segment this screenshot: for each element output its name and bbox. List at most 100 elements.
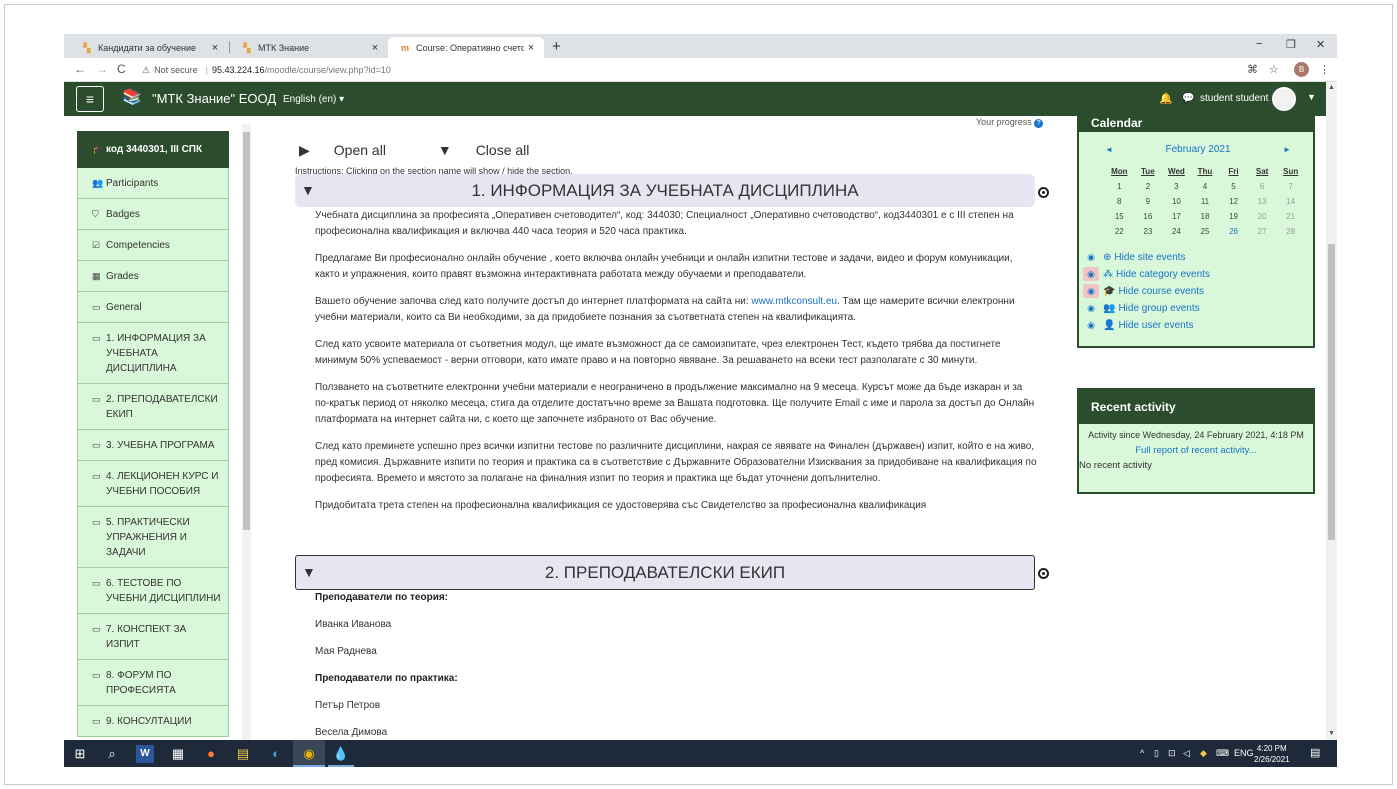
close-tab-icon[interactable]: × xyxy=(524,42,538,54)
file-explorer-icon[interactable]: ▤ xyxy=(234,745,252,763)
battery-icon[interactable]: ▯ xyxy=(1154,748,1159,759)
section-1-header[interactable]: ▼ 1. ИНФОРМАЦИЯ ЗА УЧЕБНАТА ДИСЦИПЛИНА xyxy=(295,174,1035,207)
calendar-day[interactable]: 4 xyxy=(1191,179,1220,194)
calendar-event-filter[interactable]: ◉ 👥 Hide group events xyxy=(1083,301,1200,315)
calendar-event-filter[interactable]: ◉ 🎓 Hide course events xyxy=(1083,284,1204,298)
eye-icon[interactable]: ◉ xyxy=(1083,267,1099,281)
calendar-day[interactable]: 10 xyxy=(1162,194,1191,209)
scroll-down-icon[interactable]: ▼ xyxy=(1328,730,1335,737)
scroll-up-icon[interactable]: ▲ xyxy=(1328,84,1335,91)
edge-icon[interactable]: ◐ xyxy=(267,745,285,763)
tab-course[interactable]: m Course: Оперативно счетоводс × xyxy=(388,37,544,58)
sidebar-item[interactable]: ▭ 1. ИНФОРМАЦИЯ ЗА УЧЕБНАТА ДИСЦИПЛИНА xyxy=(77,323,229,384)
tab-candidates[interactable]: ▚ Кандидати за обучение × xyxy=(70,37,228,58)
close-all-button[interactable]: ▼ Close all xyxy=(438,142,554,158)
calendar-day[interactable]: 18 xyxy=(1191,209,1220,224)
user-menu-caret-icon[interactable]: ▼ xyxy=(1307,92,1316,102)
calendar-day[interactable]: 16 xyxy=(1134,209,1163,224)
profile-avatar[interactable]: B xyxy=(1294,62,1309,77)
firefox-icon[interactable]: ● xyxy=(202,745,220,763)
sidebar-item[interactable]: ▦ Grades xyxy=(77,261,229,292)
qr-code-icon[interactable]: ⌘ xyxy=(1247,63,1258,76)
keyboard-icon[interactable]: ⌨ xyxy=(1216,748,1229,759)
restore-button[interactable]: ❐ xyxy=(1286,38,1296,51)
volume-icon[interactable]: ◁ xyxy=(1183,748,1190,759)
drop-app-icon[interactable]: 💧 xyxy=(332,745,350,763)
calculator-icon[interactable]: ▦ xyxy=(169,745,187,763)
calendar-day[interactable]: 6 xyxy=(1248,179,1277,194)
eye-icon[interactable]: ◉ xyxy=(1083,318,1099,332)
sidebar-item[interactable]: ▭ 2. ПРЕПОДАВАТЕЛСКИ ЕКИП xyxy=(77,384,229,430)
calendar-day[interactable]: 22 xyxy=(1105,224,1134,239)
search-icon[interactable]: ⌕ xyxy=(103,745,121,763)
tray-chevron-icon[interactable]: ^ xyxy=(1140,748,1144,758)
eye-icon[interactable]: ◉ xyxy=(1083,250,1099,264)
close-window-button[interactable]: ✕ xyxy=(1316,38,1325,51)
tab-mtk[interactable]: ▚ МТК Знание × xyxy=(230,37,388,58)
language-menu[interactable]: English (en) ▾ xyxy=(283,94,344,105)
eye-icon[interactable]: ◉ xyxy=(1083,301,1099,315)
more-menu-icon[interactable]: ⋮ xyxy=(1319,63,1330,76)
network-icon[interactable]: ⊡ xyxy=(1168,748,1176,759)
calendar-day[interactable]: 3 xyxy=(1162,179,1191,194)
sidebar-item[interactable]: ▭ 4. ЛЕКЦИОНЕН КУРС И УЧЕБНИ ПОСОБИЯ xyxy=(77,461,229,507)
section-1-toggle-icon[interactable] xyxy=(1038,187,1049,198)
sidebar-item[interactable]: ▭ 6. ТЕСТОВЕ ПО УЧЕБНИ ДИСЦИПЛИНИ xyxy=(77,568,229,614)
reload-button[interactable]: C xyxy=(117,62,126,76)
drawer-scrollbar[interactable] xyxy=(242,124,251,740)
calendar-day[interactable]: 1 xyxy=(1105,179,1134,194)
calendar-day[interactable]: 12 xyxy=(1219,194,1248,209)
calendar-event-filter[interactable]: ◉ ⁂ Hide category events xyxy=(1083,267,1210,281)
url-field[interactable]: ⚠ Not secure | 95.43.224.16 /moodle/cour… xyxy=(136,61,1261,79)
calendar-day[interactable]: 9 xyxy=(1134,194,1163,209)
eye-icon[interactable]: ◉ xyxy=(1083,284,1099,298)
sidebar-item[interactable]: ▭ 7. КОНСПЕКТ ЗА ИЗПИТ xyxy=(77,614,229,660)
calendar-day[interactable]: 21 xyxy=(1276,209,1305,224)
new-tab-button[interactable]: + xyxy=(552,38,561,55)
minimize-button[interactable]: − xyxy=(1256,38,1262,50)
calendar-day[interactable]: 23 xyxy=(1134,224,1163,239)
bookmark-star-icon[interactable]: ☆ xyxy=(1269,63,1279,76)
sidebar-item[interactable]: ▭ 5. ПРАКТИЧЕСКИ УПРАЖНЕНИЯ И ЗАДАЧИ xyxy=(77,507,229,568)
sidebar-item[interactable]: 🎓 код 3440301, III СПК xyxy=(77,131,229,168)
full-report-link[interactable]: Full report of recent activity... xyxy=(1079,443,1313,458)
site-name[interactable]: "МТК Знание" ЕООД xyxy=(152,91,276,106)
page-scrollbar[interactable]: ▲ ▼ xyxy=(1326,82,1337,740)
notification-icon[interactable]: ▤ xyxy=(1310,746,1320,759)
bell-icon[interactable]: 🔔 xyxy=(1159,92,1173,105)
calendar-day[interactable]: 24 xyxy=(1162,224,1191,239)
calendar-day[interactable]: 20 xyxy=(1248,209,1277,224)
calendar-event-filter[interactable]: ◉ ⊕ Hide site events xyxy=(1083,250,1185,264)
section-2-header[interactable]: ▼ 2. ПРЕПОДАВАТЕЛСКИ ЕКИП xyxy=(295,555,1035,590)
calendar-day[interactable]: 2 xyxy=(1134,179,1163,194)
chrome-icon[interactable]: ◉ xyxy=(300,745,318,763)
word-icon[interactable]: W xyxy=(136,745,154,763)
user-avatar[interactable] xyxy=(1272,87,1296,111)
drawer-toggle-button[interactable]: ≡ xyxy=(76,86,104,112)
drawer-scrollbar-thumb[interactable] xyxy=(243,132,250,530)
sidebar-item[interactable]: 👥 Participants xyxy=(77,168,229,199)
sidebar-item[interactable]: ▭ 3. УЧЕБНА ПРОГРАМА xyxy=(77,430,229,461)
user-name[interactable]: student student xyxy=(1200,93,1268,104)
calendar-day[interactable]: 11 xyxy=(1191,194,1220,209)
next-month-button[interactable]: ► xyxy=(1283,145,1291,154)
chat-icon[interactable]: 💬 xyxy=(1182,93,1194,104)
sidebar-item[interactable]: ▭ 9. КОНСУЛТАЦИИ xyxy=(77,706,229,737)
calendar-day[interactable]: 28 xyxy=(1276,224,1305,239)
sidebar-item[interactable]: ▭ 8. ФОРУМ ПО ПРОФЕСИЯТА xyxy=(77,660,229,706)
clock[interactable]: 4:20 PM 2/26/2021 xyxy=(1254,743,1290,765)
calendar-day[interactable]: 27 xyxy=(1248,224,1277,239)
calendar-day[interactable]: 17 xyxy=(1162,209,1191,224)
security-icon[interactable]: ◆ xyxy=(1200,748,1207,759)
calendar-day[interactable]: 13 xyxy=(1248,194,1277,209)
close-tab-icon[interactable]: × xyxy=(368,42,382,54)
calendar-day[interactable]: 25 xyxy=(1191,224,1220,239)
sidebar-item[interactable]: ⛉ Badges xyxy=(77,199,229,230)
site-logo[interactable]: 📚 xyxy=(122,87,144,111)
windows-start-icon[interactable]: ⊞ xyxy=(71,745,89,763)
calendar-month[interactable]: February 2021 xyxy=(1079,144,1317,155)
calendar-day[interactable]: 19 xyxy=(1219,209,1248,224)
help-icon[interactable]: ? xyxy=(1034,119,1044,128)
calendar-event-filter[interactable]: ◉ 👤 Hide user events xyxy=(1083,318,1193,332)
sidebar-item[interactable]: ☑ Competencies xyxy=(77,230,229,261)
